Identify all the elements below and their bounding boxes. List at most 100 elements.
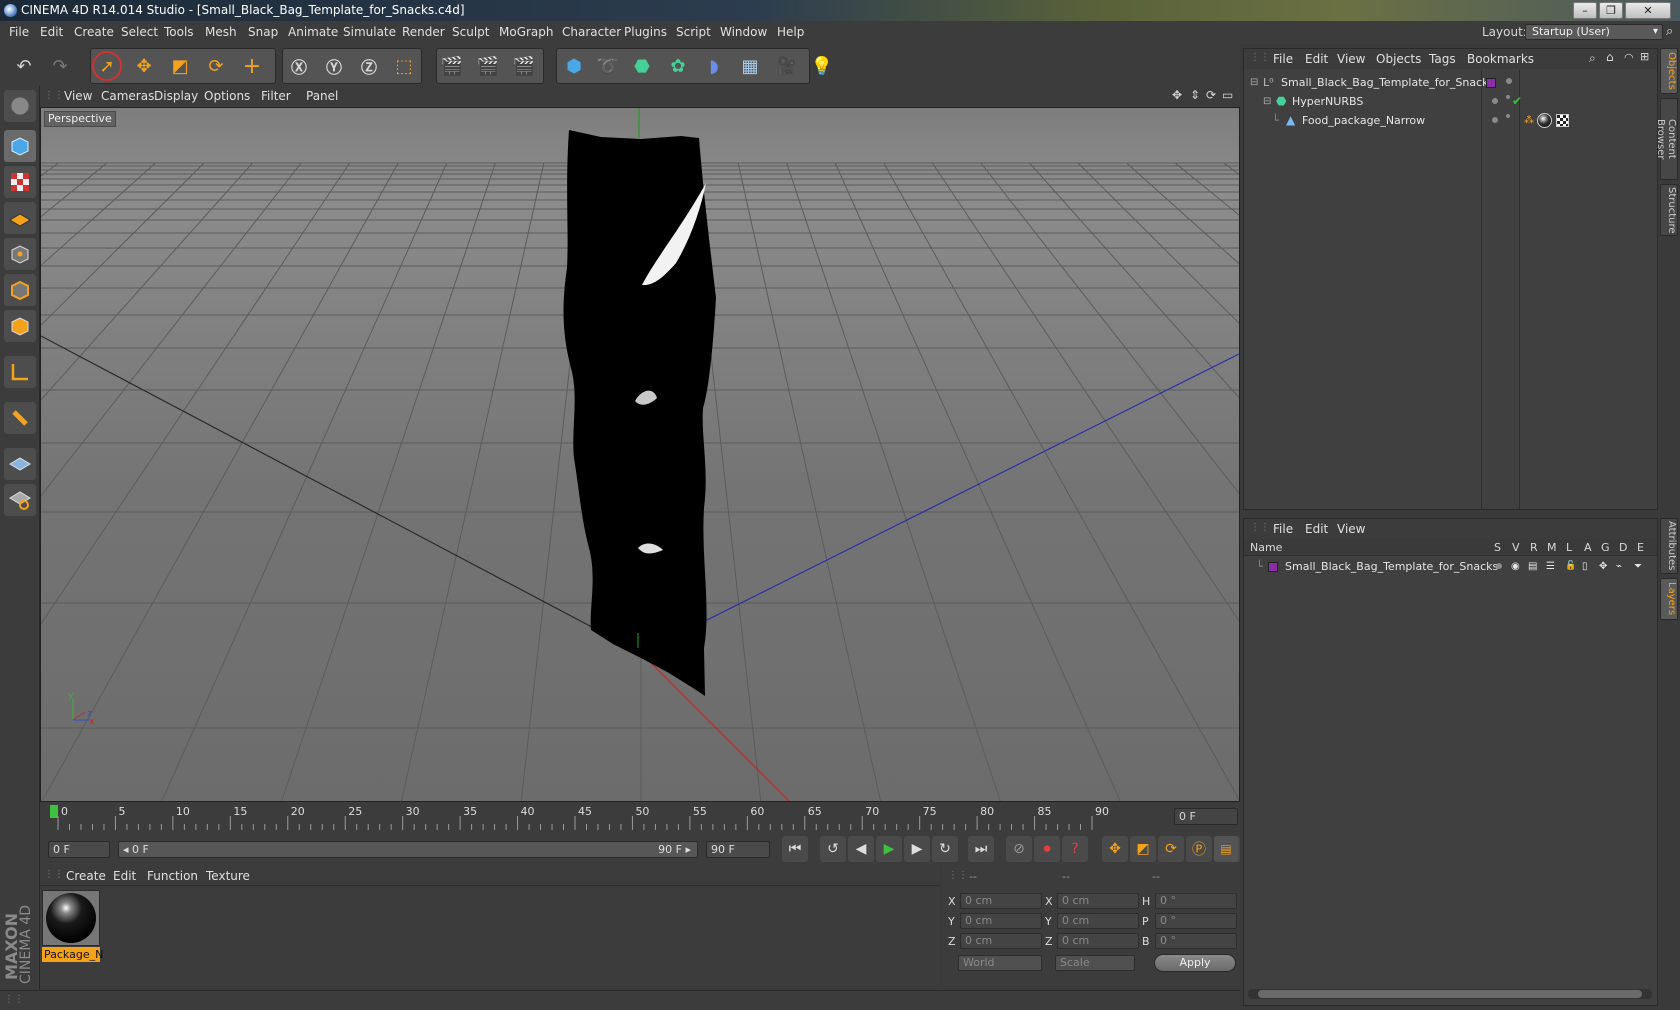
search-icon[interactable]: ⌕ bbox=[1666, 24, 1673, 39]
size-x-field[interactable]: 0 cm bbox=[1057, 893, 1139, 909]
tab-layers[interactable]: Layers bbox=[1660, 578, 1678, 620]
timeline-ruler[interactable]: 0 5 10 15 20 25 30 35 40 45 50 55 60 65 70 75 80 85 90 0 F bbox=[40, 802, 1240, 832]
tab-structure[interactable]: Structure bbox=[1660, 184, 1678, 236]
viewport-maximize-icon[interactable]: ▭ bbox=[1222, 88, 1233, 102]
magnet-icon[interactable] bbox=[4, 402, 36, 434]
layer-color-swatch[interactable] bbox=[1486, 78, 1496, 88]
enabled-checkmark-icon[interactable]: ✔ bbox=[1512, 92, 1522, 111]
render-dot[interactable] bbox=[1506, 114, 1510, 118]
menu-animate[interactable]: Animate bbox=[288, 21, 338, 44]
material-tag-icon[interactable] bbox=[1537, 113, 1552, 128]
viewport-menu-cameras[interactable]: Cameras bbox=[101, 86, 154, 107]
close-button[interactable]: ✕ bbox=[1625, 2, 1671, 19]
flag-header-a[interactable]: A bbox=[1584, 539, 1592, 556]
polygons-mode-icon[interactable] bbox=[4, 310, 36, 342]
animation-icon[interactable]: ▯ bbox=[1582, 557, 1588, 576]
viewport-zoom-icon[interactable]: ⇕ bbox=[1190, 88, 1200, 102]
viewport-rotate-icon[interactable]: ⟳ bbox=[1206, 88, 1216, 102]
next-frame-icon[interactable]: ▶ bbox=[904, 836, 930, 862]
points-mode-icon[interactable] bbox=[4, 238, 36, 270]
menu-mograph[interactable]: MoGraph bbox=[499, 21, 554, 44]
redo-icon[interactable]: ↷ bbox=[44, 50, 76, 82]
array-icon[interactable]: ✿ bbox=[662, 50, 694, 82]
pos-x-field[interactable]: 0 cm bbox=[960, 893, 1042, 909]
flag-header-l[interactable]: L bbox=[1566, 539, 1572, 556]
flag-header-r[interactable]: R bbox=[1530, 539, 1538, 556]
material-thumbnail[interactable] bbox=[42, 890, 100, 946]
menu-edit[interactable]: Edit bbox=[40, 21, 63, 44]
pos-z-field[interactable]: 0 cm bbox=[960, 933, 1042, 949]
material-menu-edit[interactable]: Edit bbox=[113, 866, 136, 886]
cube-icon[interactable]: ⬢ bbox=[558, 50, 590, 82]
up-icon[interactable]: ◠ bbox=[1624, 51, 1634, 64]
flag-header-v[interactable]: V bbox=[1512, 539, 1520, 556]
scale-icon[interactable]: ◩ bbox=[164, 50, 196, 82]
visibility-dot[interactable] bbox=[1506, 78, 1512, 84]
keyframe-selection-icon[interactable]: ? bbox=[1062, 836, 1088, 862]
render-icon[interactable]: ▤ bbox=[1528, 557, 1537, 576]
apply-button[interactable]: Apply bbox=[1154, 954, 1236, 972]
y-axis-icon[interactable]: Ⓨ bbox=[318, 50, 350, 82]
visibility-dot[interactable] bbox=[1492, 98, 1498, 104]
object-menu-file[interactable]: File bbox=[1273, 49, 1293, 69]
scrollbar-thumb[interactable] bbox=[1258, 990, 1642, 998]
horizontal-scrollbar[interactable] bbox=[1248, 989, 1652, 999]
menu-render[interactable]: Render bbox=[402, 21, 445, 44]
rot-b-field[interactable]: 0 ° bbox=[1155, 933, 1237, 949]
view-eye-icon[interactable]: ◉ bbox=[1511, 557, 1520, 576]
object-row-root[interactable]: ⊟ L⁰ Small_Black_Bag_Template_for_Snacks bbox=[1244, 73, 1657, 92]
menu-script[interactable]: Script bbox=[676, 21, 711, 44]
layer-menu-edit[interactable]: Edit bbox=[1305, 519, 1328, 539]
layout-dropdown[interactable]: Startup (User) bbox=[1525, 24, 1663, 40]
move-icon[interactable]: ✥ bbox=[128, 50, 160, 82]
expressions-icon[interactable]: ⏷ bbox=[1634, 557, 1642, 576]
size-z-field[interactable]: 0 cm bbox=[1057, 933, 1139, 949]
play-icon[interactable]: ▶ bbox=[876, 836, 902, 862]
solo-toggle[interactable] bbox=[1496, 563, 1502, 569]
rotate-icon[interactable]: ⟳ bbox=[200, 50, 232, 82]
workplane-icon[interactable] bbox=[4, 202, 36, 234]
collapse-icon[interactable]: ⊟ bbox=[1263, 92, 1271, 111]
object-menu-edit[interactable]: Edit bbox=[1305, 49, 1328, 69]
flag-header-e[interactable]: E bbox=[1637, 539, 1644, 556]
add-icon[interactable]: + bbox=[236, 50, 268, 82]
size-y-field[interactable]: 0 cm bbox=[1057, 913, 1139, 929]
flag-header-m[interactable]: M bbox=[1547, 539, 1557, 556]
viewport-menu-panel[interactable]: Panel bbox=[306, 86, 338, 107]
deformers-icon[interactable]: ⌁ bbox=[1616, 557, 1622, 576]
search-icon[interactable]: ⌕ bbox=[1589, 51, 1596, 66]
lock-icon[interactable]: 🔓 bbox=[1565, 557, 1576, 576]
go-to-start-icon[interactable]: ⏮ bbox=[782, 836, 808, 862]
scale-mode-dropdown[interactable]: Scale bbox=[1055, 955, 1135, 971]
live-select-icon[interactable]: ➚ bbox=[92, 51, 122, 81]
name-column-header[interactable]: Name bbox=[1250, 539, 1282, 556]
object-row-food-package[interactable]: └ ▲ Food_package_Narrow ⁂ bbox=[1244, 111, 1657, 130]
floor-icon[interactable]: ▦ bbox=[734, 50, 766, 82]
nurbs-icon[interactable]: ⬣ bbox=[626, 50, 658, 82]
flag-header-d[interactable]: D bbox=[1619, 539, 1627, 556]
viewport-menu-display[interactable]: Display bbox=[154, 86, 198, 107]
x-axis-icon[interactable]: Ⓧ bbox=[283, 50, 315, 82]
object-menu-bookmarks[interactable]: Bookmarks bbox=[1467, 49, 1534, 69]
object-menu-objects[interactable]: Objects bbox=[1376, 49, 1421, 69]
deformer-icon[interactable]: ◗ bbox=[698, 50, 730, 82]
texture-tag-icon[interactable] bbox=[1556, 114, 1569, 127]
previous-frame-icon[interactable]: ◀ bbox=[848, 836, 874, 862]
viewport-menu-filter[interactable]: Filter bbox=[261, 86, 291, 107]
viewport-menu-view[interactable]: View bbox=[64, 86, 92, 107]
object-menu-tags[interactable]: Tags bbox=[1429, 49, 1456, 69]
key-parameter-icon[interactable]: Ⓟ bbox=[1186, 836, 1212, 862]
material-menu-function[interactable]: Function bbox=[147, 866, 198, 886]
rot-p-field[interactable]: 0 ° bbox=[1155, 913, 1237, 929]
visibility-dot[interactable] bbox=[1492, 117, 1498, 123]
axis-mode-icon[interactable] bbox=[4, 356, 36, 388]
material-menu-texture[interactable]: Texture bbox=[206, 866, 250, 886]
manager-icon[interactable]: ☰ bbox=[1546, 557, 1555, 576]
current-frame-field[interactable]: 0 F bbox=[1174, 808, 1238, 825]
layer-menu-file[interactable]: File bbox=[1273, 519, 1293, 539]
layer-color-swatch[interactable] bbox=[1268, 562, 1278, 572]
viewport-menu-options[interactable]: Options bbox=[204, 86, 250, 107]
material-menu-create[interactable]: Create bbox=[66, 866, 106, 886]
menu-help[interactable]: Help bbox=[777, 21, 804, 44]
menu-tools[interactable]: Tools bbox=[164, 21, 194, 44]
